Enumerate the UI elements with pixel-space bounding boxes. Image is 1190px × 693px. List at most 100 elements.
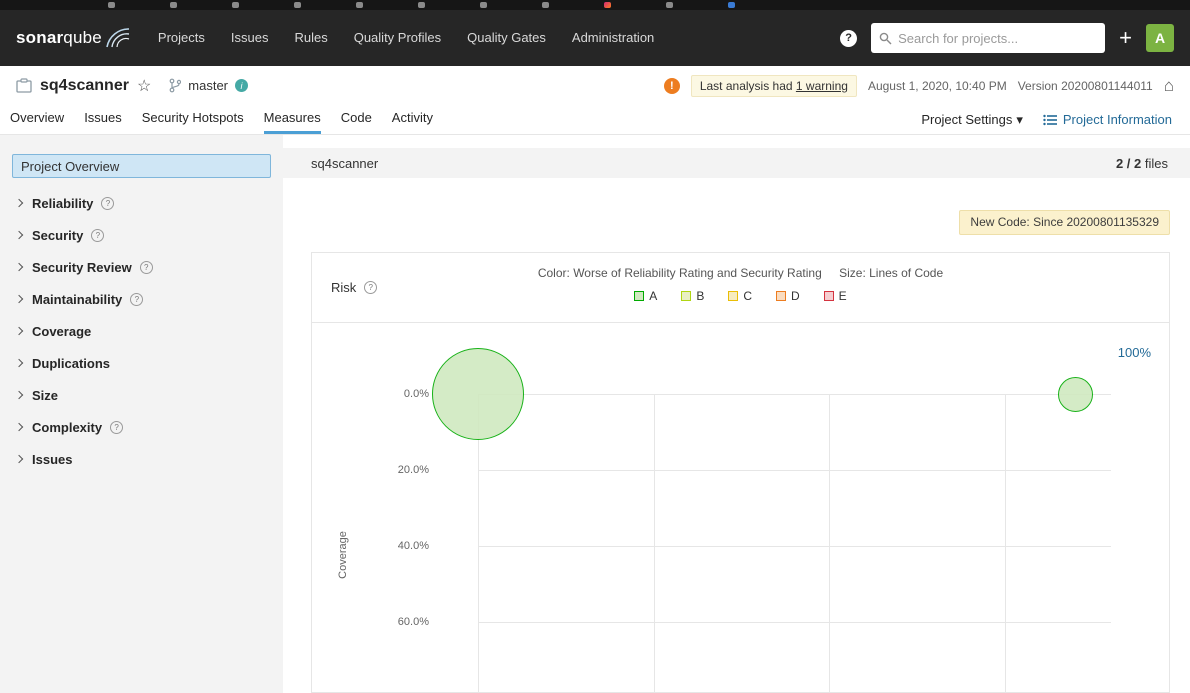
nav-item-projects[interactable]: Projects (145, 10, 218, 66)
avatar[interactable]: A (1146, 24, 1174, 52)
menubar-icon[interactable] (170, 2, 177, 8)
top-navbar: sonar qube Projects Issues Rules Quality … (0, 10, 1190, 66)
badge-row: New Code: Since 20200801135329 (311, 210, 1170, 235)
breadcrumb[interactable]: sq4scanner (311, 156, 378, 171)
search-input[interactable] (898, 30, 1098, 46)
branch-info-icon[interactable]: i (235, 79, 249, 92)
bubble-chart: 100% 0.0% 20.0% 40.0% 60.0% Coverage (312, 323, 1169, 692)
menubar-icon[interactable] (604, 2, 611, 8)
sidebar-item-coverage[interactable]: Coverage (0, 315, 283, 347)
sidebar-item-security-review[interactable]: Security Review ? (0, 251, 283, 283)
sonarqube-logo[interactable]: sonar qube (16, 28, 131, 48)
main-nav: Projects Issues Rules Quality Profiles Q… (145, 10, 667, 66)
menubar-icon[interactable] (542, 2, 549, 8)
y-axis-label: Coverage (337, 531, 349, 579)
chevron-right-icon (14, 294, 24, 304)
gridline (478, 546, 1111, 547)
gridline (654, 394, 655, 692)
home-icon[interactable]: ⌂ (1164, 76, 1174, 96)
project-title: sq4scanner (40, 76, 129, 94)
gridline (829, 394, 830, 692)
search-icon (879, 32, 892, 44)
risk-chart-card: Risk ? Color: Worse of Reliability Ratin… (311, 252, 1170, 693)
rating-legend-e: E (823, 289, 847, 303)
nav-item-administration[interactable]: Administration (559, 10, 667, 66)
chevron-right-icon (14, 198, 24, 208)
chevron-right-icon (14, 326, 24, 336)
menubar-icon[interactable] (232, 2, 239, 8)
percent-filter-link[interactable]: 100% (1118, 345, 1151, 360)
menubar-icon[interactable] (294, 2, 301, 8)
chart-legend-text: Color: Worse of Reliability Rating and S… (537, 266, 944, 280)
chevron-right-icon (14, 262, 24, 272)
menubar-icon[interactable] (418, 2, 425, 8)
body-area: Project Overview Reliability ? Security … (0, 135, 1190, 693)
sidebar-item-duplications[interactable]: Duplications (0, 347, 283, 379)
chevron-right-icon (14, 358, 24, 368)
help-icon[interactable]: ? (91, 228, 105, 242)
file-bubble[interactable] (432, 348, 524, 440)
project-icon (16, 78, 32, 93)
help-icon[interactable]: ? (139, 260, 153, 274)
tab-security-hotspots[interactable]: Security Hotspots (142, 105, 244, 134)
sidebar-item-issues[interactable]: Issues (0, 443, 283, 475)
menubar-icon[interactable] (666, 2, 673, 8)
risk-label-wrap: Risk ? (331, 253, 378, 322)
rating-d-swatch (776, 291, 786, 301)
sidebar-item-reliability[interactable]: Reliability ? (0, 187, 283, 219)
search-box[interactable] (871, 23, 1106, 53)
sidebar-item-maintainability[interactable]: Maintainability ? (0, 283, 283, 315)
branch-name: master (188, 78, 229, 93)
chart-header: Risk ? Color: Worse of Reliability Ratin… (312, 253, 1169, 323)
analysis-warning-pill: Last analysis had 1 warning (690, 74, 857, 97)
tab-code[interactable]: Code (341, 105, 372, 134)
sidebar-item-security[interactable]: Security ? (0, 219, 283, 251)
nav-item-quality-profiles[interactable]: Quality Profiles (341, 10, 454, 66)
help-icon[interactable]: ? (130, 292, 144, 306)
file-bubble[interactable] (1058, 377, 1093, 412)
logo-swoosh-icon (106, 28, 130, 48)
add-icon[interactable]: + (1119, 27, 1132, 49)
project-settings-button[interactable]: Project Settings ▾ (921, 112, 1023, 128)
project-header-right: ! Last analysis had 1 warning August 1, … (663, 74, 1174, 97)
favorite-star-icon[interactable]: ☆ (137, 76, 151, 96)
sidebar-item-complexity[interactable]: Complexity ? (0, 411, 283, 443)
nav-item-quality-gates[interactable]: Quality Gates (454, 10, 559, 66)
warning-link[interactable]: 1 warning (796, 79, 848, 93)
chevron-down-icon: ▾ (1016, 111, 1023, 127)
nav-item-issues[interactable]: Issues (218, 10, 282, 66)
menubar-icon[interactable] (728, 2, 735, 8)
rating-e-swatch (823, 291, 834, 301)
help-icon[interactable]: ? (840, 29, 858, 47)
sidebar-list: Reliability ? Security ? Security Review… (0, 187, 283, 475)
sidebar-item-size[interactable]: Size (0, 379, 283, 411)
files-count: 2 / 2 files (1115, 155, 1168, 171)
risk-label: Risk (331, 280, 357, 295)
project-tabs: Overview Issues Security Hotspots Measur… (0, 105, 1190, 135)
sidebar-item-project-overview[interactable]: Project Overview (12, 154, 271, 178)
tab-issues[interactable]: Issues (84, 105, 122, 134)
measures-main: sq4scanner 2 / 2 files New Code: Since 2… (283, 135, 1190, 693)
logo-text: sonar (16, 28, 64, 47)
tab-overview[interactable]: Overview (10, 105, 64, 134)
menubar-icon[interactable] (356, 2, 363, 8)
help-icon[interactable]: ? (364, 281, 378, 294)
gridline (478, 622, 1111, 623)
help-icon[interactable]: ? (110, 420, 124, 434)
y-tick: 0.0% (403, 388, 429, 400)
chevron-right-icon (14, 422, 24, 432)
rating-legend: A B C D E (312, 289, 1169, 303)
project-information-link[interactable]: Project Information (1043, 112, 1172, 127)
branch-selector[interactable]: master i (169, 78, 249, 93)
menubar-icon[interactable] (108, 2, 115, 8)
menubar-icon[interactable] (480, 2, 487, 8)
rating-legend-a: A (634, 289, 657, 303)
project-header: sq4scanner ☆ master i ! Last analysis ha… (0, 66, 1190, 105)
rating-legend-c: C (728, 289, 752, 303)
tab-activity[interactable]: Activity (392, 105, 433, 134)
navbar-right: ? + A (840, 23, 1174, 53)
nav-item-rules[interactable]: Rules (281, 10, 340, 66)
tab-measures[interactable]: Measures (263, 105, 321, 134)
help-icon[interactable]: ? (101, 196, 115, 210)
list-icon (1043, 114, 1057, 125)
